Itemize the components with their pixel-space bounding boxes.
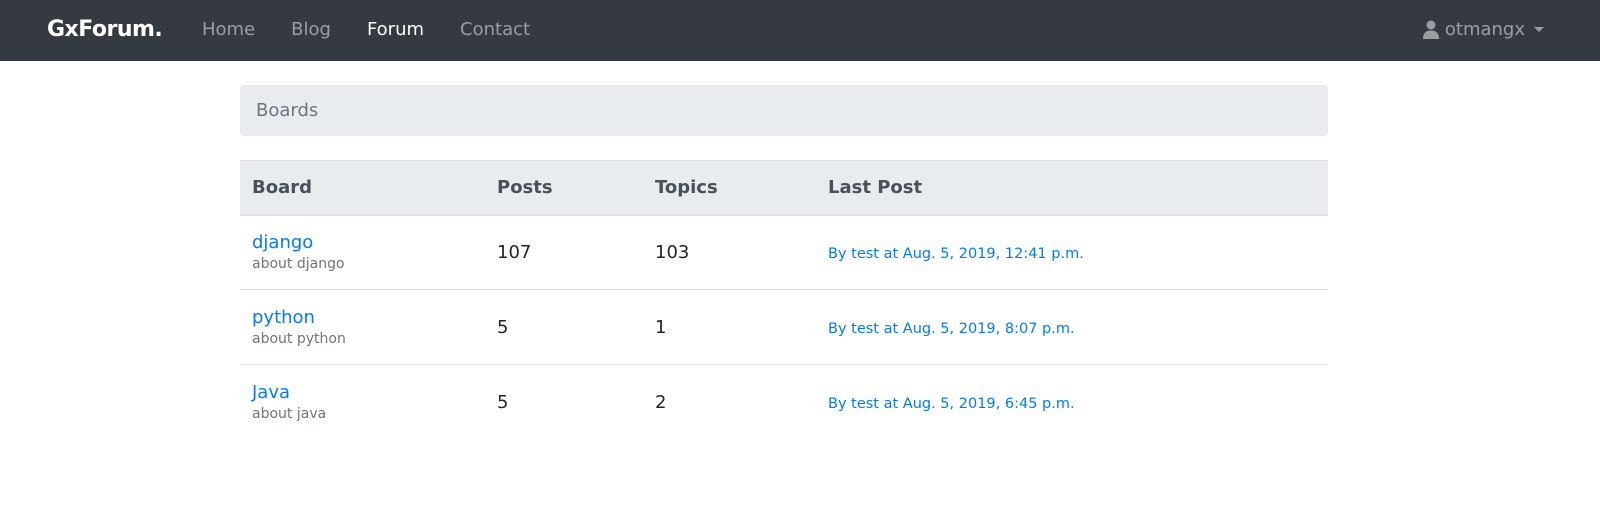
posts-count: 107	[485, 214, 643, 290]
topics-count: 103	[643, 214, 816, 290]
nav-link-forum[interactable]: Forum	[367, 19, 424, 40]
header-topics: Topics	[643, 160, 816, 216]
breadcrumb-item-boards: Boards	[256, 100, 319, 121]
posts-count: 5	[485, 289, 643, 365]
chevron-down-icon	[1534, 27, 1544, 32]
top-navbar: GxForum. Home Blog Forum Contact otmangx	[0, 0, 1600, 61]
user-dropdown[interactable]: otmangx	[1422, 19, 1544, 40]
last-post-cell: By test at Aug. 5, 2019, 12:41 p.m.	[816, 214, 1328, 290]
board-cell: django about django	[240, 214, 485, 290]
header-last-post: Last Post	[816, 160, 1328, 216]
nav-link-contact[interactable]: Contact	[460, 19, 530, 40]
last-post-link[interactable]: By test at Aug. 5, 2019, 12:41 p.m.	[828, 246, 1084, 262]
topics-count: 2	[655, 391, 667, 413]
last-post-link[interactable]: By test at Aug. 5, 2019, 8:07 p.m.	[828, 321, 1075, 337]
board-description: about django	[252, 256, 345, 273]
boards-table: Board Posts Topics Last Post django abou…	[240, 160, 1328, 440]
board-link-django[interactable]: django	[252, 232, 473, 253]
table-row: django about django 107 103 By test at A…	[240, 214, 1328, 290]
topics-count: 1	[643, 289, 816, 365]
table-row: python about python 5 1 By test at Aug. …	[240, 289, 1328, 365]
last-post-cell: By test at Aug. 5, 2019, 6:45 p.m.	[816, 365, 1328, 440]
nav-link-home[interactable]: Home	[202, 19, 255, 40]
header-posts: Posts	[485, 160, 643, 216]
header-board: Board	[240, 160, 485, 216]
board-cell: python about python	[240, 289, 485, 365]
last-post-cell: By test at Aug. 5, 2019, 8:07 p.m.	[816, 289, 1328, 365]
posts-count: 5	[497, 391, 509, 413]
last-post-link[interactable]: By test at Aug. 5, 2019, 6:45 p.m.	[828, 396, 1075, 412]
nav-links: Home Blog Forum Contact	[202, 19, 566, 40]
board-link-python[interactable]: python	[252, 307, 473, 328]
board-cell: Java about java	[240, 365, 485, 440]
username-label: otmangx	[1444, 19, 1525, 40]
user-icon	[1422, 20, 1439, 39]
nav-link-blog[interactable]: Blog	[291, 19, 331, 40]
breadcrumb: Boards	[240, 85, 1328, 136]
brand-logo[interactable]: GxForum.	[47, 17, 163, 42]
board-link-java[interactable]: Java	[252, 382, 473, 403]
table-row: Java about java 5 2 By test at Aug. 5, 2…	[240, 365, 1328, 440]
table-header-row: Board Posts Topics Last Post	[240, 160, 1328, 216]
board-description: about python	[252, 331, 346, 347]
board-description: about java	[252, 406, 327, 423]
